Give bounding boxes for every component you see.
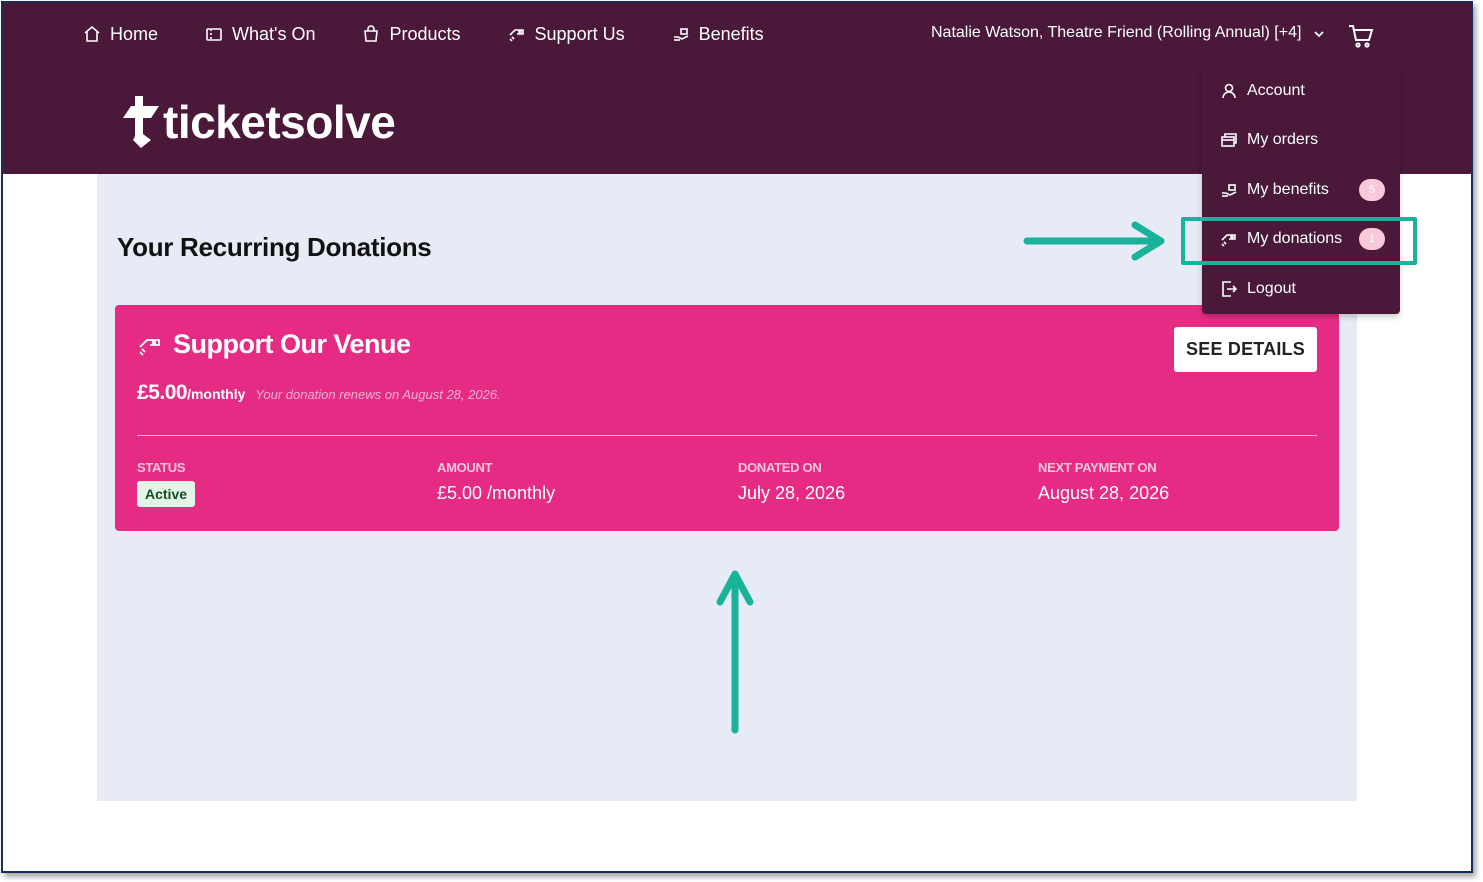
next-payment-column: NEXT PAYMENT ON August 28, 2026: [1038, 460, 1169, 504]
donation-card: Support Our Venue £5.00 /monthly Your do…: [115, 305, 1339, 531]
main-nav: Home What's On Products Support Us Benef…: [83, 22, 811, 46]
donated-on-column: DONATED ON July 28, 2026: [738, 460, 845, 504]
user-dropdown-menu: Account My orders My benefits 5 My donat…: [1202, 67, 1400, 314]
donated-on-label: DONATED ON: [738, 460, 822, 475]
screenshot-frame: Home What's On Products Support Us Benef…: [1, 1, 1473, 873]
next-payment-label: NEXT PAYMENT ON: [1038, 460, 1157, 475]
user-icon: [1220, 82, 1238, 100]
logo-wordmark: ticketsolve: [163, 96, 396, 148]
nav-whats-on[interactable]: What's On: [205, 22, 315, 46]
nav-home[interactable]: Home: [83, 22, 158, 46]
nav-whats-on-label: What's On: [232, 23, 316, 44]
next-payment-value: August 28, 2026: [1038, 483, 1170, 503]
renewal-note: Your donation renews on August 28, 2026.: [255, 387, 501, 402]
menu-item-logout[interactable]: Logout: [1220, 280, 1385, 298]
shopping-bag-icon: [362, 25, 380, 43]
donation-title-text: Support Our Venue: [173, 329, 411, 359]
donate-hand-icon: [137, 332, 163, 358]
user-name: Natalie Watson, Theatre Friend (Rolling …: [931, 24, 1302, 41]
amount-label: AMOUNT: [437, 460, 493, 475]
amount-column: AMOUNT £5.00 /monthly: [437, 460, 555, 504]
donation-period: /monthly: [187, 386, 246, 402]
logo-mark-icon: [123, 96, 159, 148]
orders-icon: [1220, 131, 1238, 149]
cart-icon[interactable]: [1347, 22, 1375, 50]
status-label: STATUS: [137, 460, 186, 475]
gift-hand-icon: [1220, 181, 1238, 199]
status-column: STATUS Active: [137, 460, 196, 507]
menu-item-orders-label: My orders: [1247, 131, 1319, 148]
nav-support-us[interactable]: Support Us: [508, 22, 625, 46]
ticketsolve-logo[interactable]: ticketsolve: [121, 96, 396, 148]
menu-item-benefits-label: My benefits: [1247, 181, 1329, 198]
chevron-down-icon: [1313, 27, 1325, 39]
ticket-icon: [205, 25, 223, 43]
see-details-button[interactable]: SEE DETAILS: [1174, 327, 1317, 372]
annotation-highlight-box: [1181, 217, 1417, 265]
status-badge: Active: [137, 481, 196, 507]
nav-products[interactable]: Products: [362, 22, 461, 46]
menu-item-benefits[interactable]: My benefits 5: [1220, 179, 1385, 201]
donated-on-value: July 28, 2026: [738, 483, 846, 503]
nav-products-label: Products: [389, 23, 461, 44]
logout-icon: [1220, 280, 1238, 298]
donation-title: Support Our Venue: [137, 329, 411, 360]
nav-benefits-label: Benefits: [698, 23, 764, 44]
page-title: Your Recurring Donations: [117, 232, 432, 262]
annotation-arrow-up-icon: [716, 570, 754, 734]
home-icon: [83, 25, 101, 43]
benefits-count-badge: 5: [1359, 179, 1385, 201]
gift-hand-icon: [672, 25, 690, 43]
menu-item-logout-label: Logout: [1247, 280, 1296, 297]
donation-price: £5.00: [137, 381, 188, 404]
nav-support-us-label: Support Us: [534, 23, 625, 44]
nav-home-label: Home: [110, 23, 159, 44]
menu-item-orders[interactable]: My orders: [1220, 131, 1385, 149]
menu-item-account[interactable]: Account: [1220, 82, 1385, 100]
user-menu-toggle[interactable]: Natalie Watson, Theatre Friend (Rolling …: [931, 24, 1325, 42]
amount-value: £5.00 /monthly: [437, 483, 556, 503]
nav-benefits[interactable]: Benefits: [672, 22, 764, 46]
price-line: £5.00 /monthly Your donation renews on A…: [137, 381, 501, 405]
card-divider: [137, 435, 1317, 436]
menu-item-account-label: Account: [1247, 82, 1305, 99]
donate-hand-icon: [508, 25, 526, 43]
annotation-arrow-right-icon: [1023, 221, 1165, 261]
